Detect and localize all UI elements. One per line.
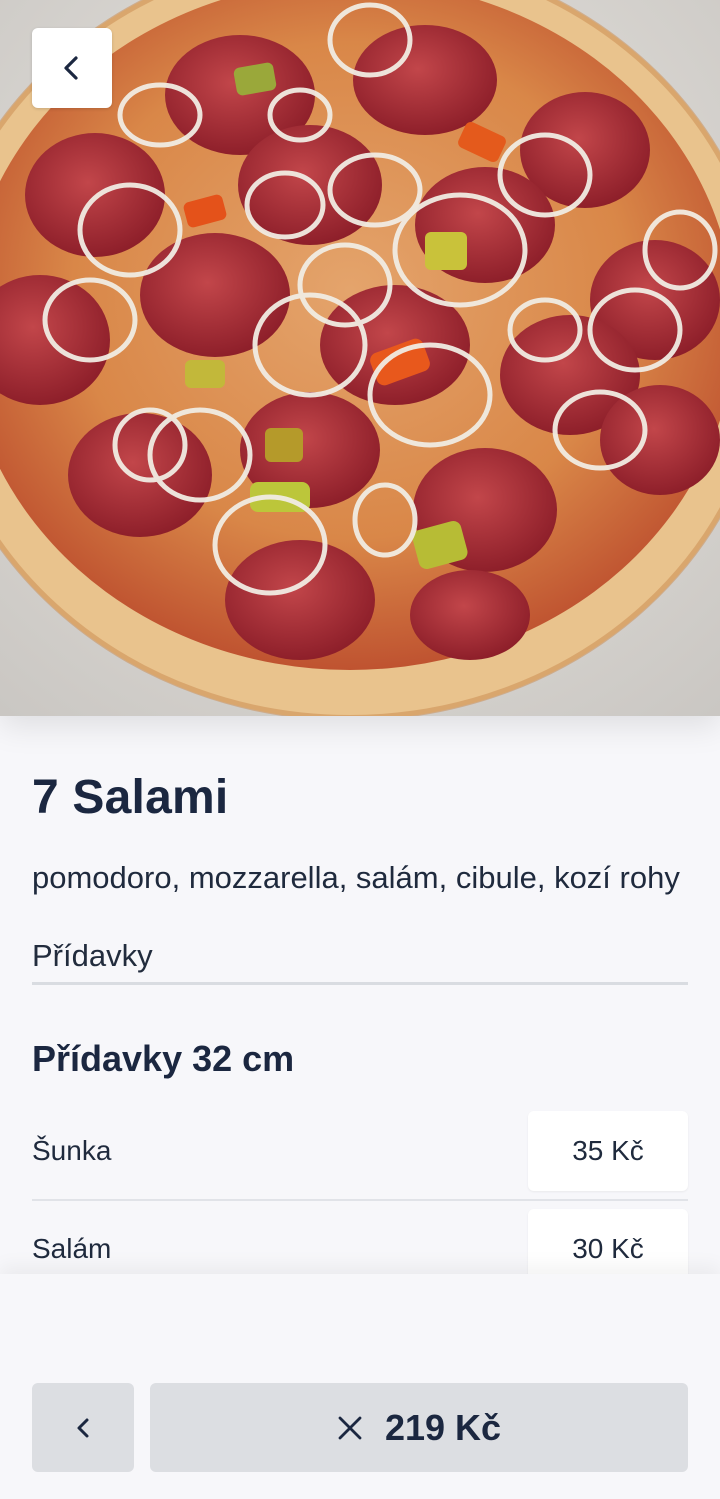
close-icon <box>338 1416 362 1439</box>
chevron-left-icon <box>64 56 78 80</box>
addon-name: Šunka <box>32 1135 112 1166</box>
addon-price-button[interactable]: 35 Kč <box>528 1111 688 1191</box>
bottom-action-bar: 219 Kč <box>0 1274 720 1499</box>
product-title: 7 Salami <box>32 771 229 824</box>
tab-addons[interactable]: Přídavky <box>32 936 688 985</box>
addons-list: Šunka 35 Kč Salám 30 Kč <box>32 1103 688 1299</box>
list-item: Šunka 35 Kč <box>32 1103 688 1201</box>
addon-name: Salám <box>32 1233 112 1264</box>
addons-section-title: Přídavky 32 cm <box>32 1038 295 1079</box>
product-details: 7 Salami pomodoro, mozzarella, salám, ci… <box>32 716 688 1299</box>
product-description: pomodoro, mozzarella, salám, cibule, koz… <box>32 860 680 895</box>
product-image <box>0 0 720 716</box>
back-button[interactable] <box>32 28 112 108</box>
chevron-left-icon <box>77 1418 89 1437</box>
cart-total-price: 219 Kč <box>384 1406 502 1448</box>
cart-total-button[interactable]: 219 Kč <box>150 1383 688 1472</box>
previous-button[interactable] <box>32 1383 134 1472</box>
